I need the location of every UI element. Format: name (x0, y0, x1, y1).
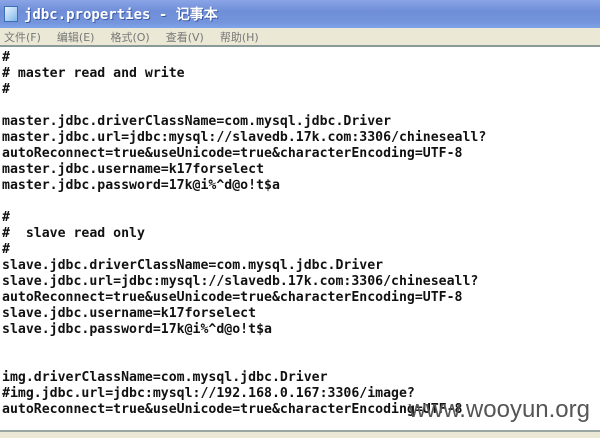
menu-edit[interactable]: 编辑(E) (57, 29, 95, 45)
text-line: slave.jdbc.url=jdbc:mysql://slavedb.17k.… (2, 274, 479, 289)
text-line: slave.jdbc.driverClassName=com.mysql.jdb… (2, 258, 384, 273)
text-line: master.jdbc.url=jdbc:mysql://slavedb.17k… (2, 130, 487, 145)
menu-bar: 文件(F) 编辑(E) 格式(O) 查看(V) 帮助(H) (0, 28, 600, 47)
text-line: master.jdbc.password=17k@i%^d@o!t$a (2, 178, 280, 193)
text-line: slave.jdbc.username=k17forselect (2, 306, 257, 321)
text-line: autoReconnect=true&useUnicode=true&chara… (2, 146, 463, 161)
text-line: # master read and write (2, 66, 185, 81)
text-line (2, 338, 600, 354)
title-bar[interactable]: jdbc.properties - 记事本 (0, 0, 600, 28)
text-line: # (2, 242, 10, 257)
text-line: # (2, 210, 10, 225)
text-line (2, 194, 600, 210)
notepad-icon (4, 6, 18, 22)
text-line: autoReconnect=true&useUnicode=true&chara… (2, 290, 463, 305)
text-line: slave.jdbc.password=17k@i%^d@o!t$a (2, 322, 272, 337)
menu-view[interactable]: 查看(V) (166, 29, 204, 45)
window-bottom-border (0, 430, 600, 438)
text-line: # slave read only (2, 226, 145, 241)
text-line (2, 354, 600, 370)
text-editor[interactable]: # # master read and write # master.jdbc.dri… (2, 50, 600, 430)
text-line: img.driverClassName=com.mysql.jdbc.Drive… (2, 370, 328, 385)
menu-file[interactable]: 文件(F) (4, 29, 41, 45)
text-line: # (2, 50, 10, 65)
text-line: master.jdbc.username=k17forselect (2, 162, 265, 177)
menu-format[interactable]: 格式(O) (110, 29, 149, 45)
text-line (2, 98, 600, 114)
menu-help[interactable]: 帮助(H) (220, 29, 259, 45)
text-line: master.jdbc.driverClassName=com.mysql.jd… (2, 114, 392, 129)
window-title: jdbc.properties - 记事本 (24, 7, 218, 23)
text-line: # (2, 82, 10, 97)
watermark: www.wooyun.org (408, 396, 590, 423)
